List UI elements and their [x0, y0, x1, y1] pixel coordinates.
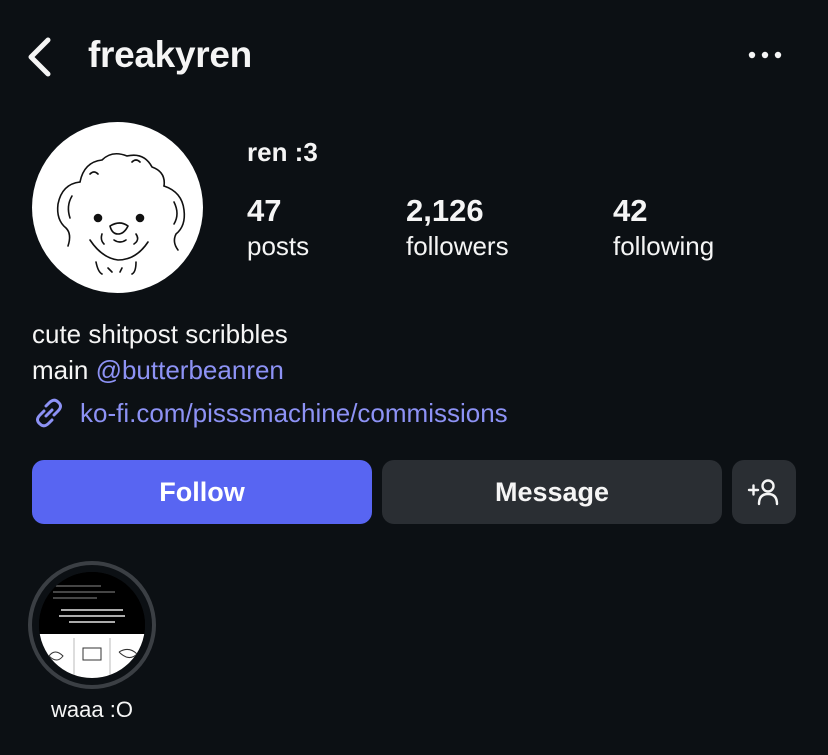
followers-count: 2,126 [406, 193, 484, 228]
mention-link[interactable]: @butterbeanren [96, 355, 284, 385]
external-link[interactable]: ko-fi.com/pisssmachine/commissions [32, 395, 508, 431]
puppy-doodle-image [56, 152, 186, 275]
bio: cute shitpost scribbles main @butterbean… [32, 316, 288, 388]
posts-label: posts [247, 231, 310, 261]
following-label: following [613, 231, 715, 261]
link-icon [32, 395, 68, 431]
highlight-cover-image [39, 572, 145, 678]
avatar[interactable] [32, 122, 203, 293]
highlight-ring [28, 561, 156, 689]
story-highlight[interactable]: waaa :O [28, 561, 156, 722]
stat-following[interactable]: 42 following [613, 193, 714, 263]
more-dots-icon [748, 51, 782, 59]
back-button[interactable] [22, 36, 56, 78]
posts-count: 47 [247, 193, 282, 228]
add-person-icon [747, 479, 779, 506]
following-count: 42 [613, 193, 648, 228]
bio-line: main @butterbeanren [32, 352, 288, 388]
chevron-left-icon [28, 37, 51, 77]
link-text: ko-fi.com/pisssmachine/commissions [80, 397, 508, 428]
bio-prefix: main [32, 355, 96, 385]
message-button[interactable]: Message [382, 460, 722, 524]
suggested-accounts-button[interactable] [732, 460, 796, 524]
followers-label: followers [406, 231, 509, 261]
profile-header: freakyren [0, 0, 828, 112]
stat-posts[interactable]: 47 posts [247, 193, 309, 263]
highlight-label: waaa :O [51, 697, 133, 722]
more-options-button[interactable] [742, 40, 788, 70]
display-name: ren :3 [247, 137, 318, 167]
bio-line: cute shitpost scribbles [32, 319, 288, 349]
stat-followers[interactable]: 2,126 followers [406, 193, 509, 263]
follow-button[interactable]: Follow [32, 460, 372, 524]
profile-username: freakyren [88, 34, 252, 75]
